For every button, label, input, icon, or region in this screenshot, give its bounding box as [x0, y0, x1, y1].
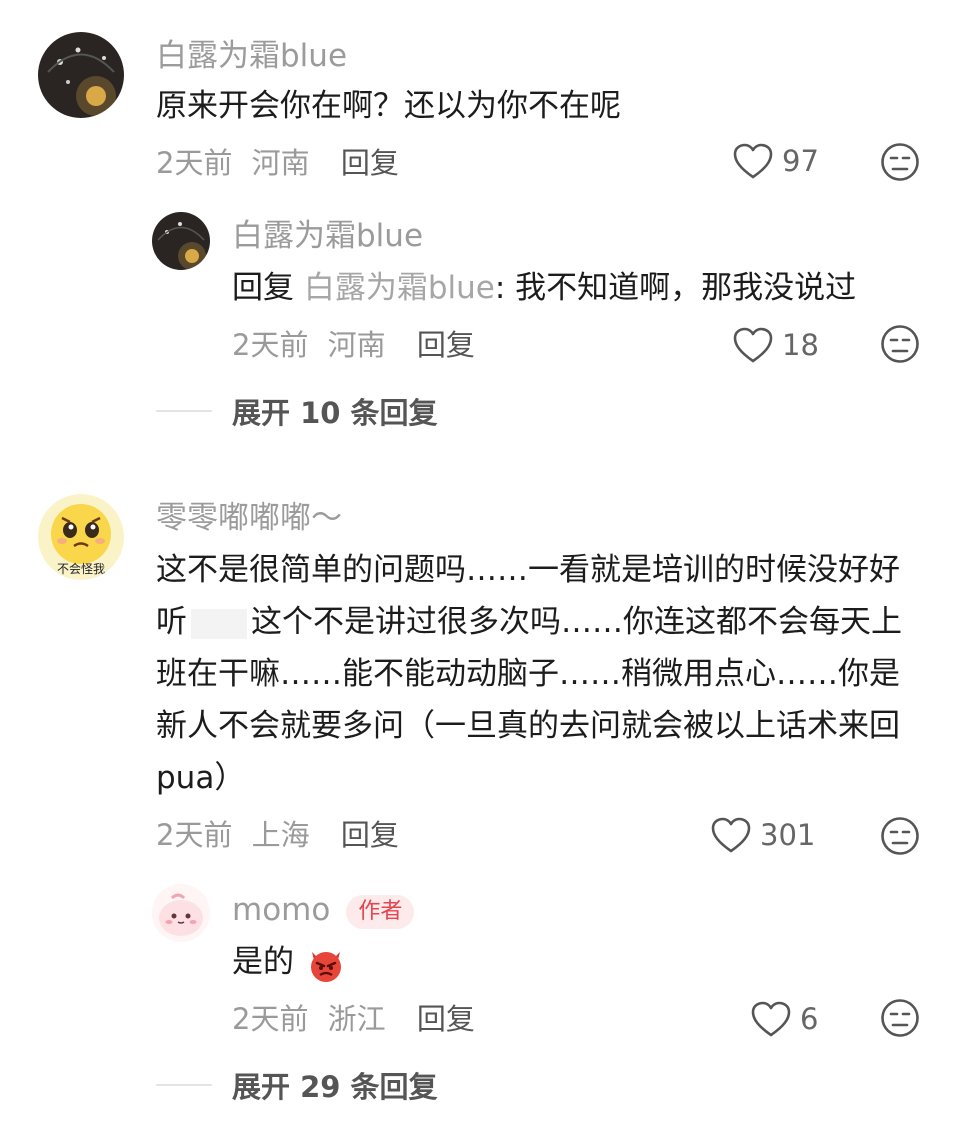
author-badge: 作者 — [346, 894, 415, 929]
divider-line — [156, 1084, 212, 1086]
reply-body: : 我不知道啊，那我没说过 — [494, 270, 857, 306]
neutral-face-icon — [881, 143, 919, 181]
avatar-caption: 不会怪我 — [56, 562, 105, 576]
avatar[interactable] — [38, 32, 124, 118]
comment-meta: 2天前 河南 回复 — [156, 146, 399, 180]
like-count: 97 — [782, 144, 819, 178]
reply-text: 回复 白露为霜blue: 我不知道啊，那我没说过 — [232, 262, 932, 314]
like-button[interactable]: 18 — [732, 326, 819, 364]
reply-location: 河南 — [327, 328, 386, 362]
comment-time: 2天前 — [156, 818, 233, 852]
reply-avatar[interactable] — [152, 884, 210, 942]
divider-line — [156, 410, 212, 412]
comment-time: 2天前 — [156, 146, 233, 180]
expand-replies-button[interactable]: 展开 10 条回复 — [156, 390, 438, 432]
comment-text-part2: 这个不是讲过很多次吗……你连这都不会每天上班在干嘛……能不能动动脑子……稍微用点… — [156, 604, 902, 796]
comment-text: 这不是很简单的问题吗……一看就是培训的时候没好好听 这个不是讲过很多次吗……你连这… — [156, 544, 926, 804]
neutral-face-icon — [881, 817, 919, 855]
comment-location: 上海 — [251, 818, 310, 852]
heart-outline-icon — [711, 817, 751, 853]
reply-meta: 2天前 河南 回复 — [232, 328, 475, 362]
reply-button[interactable]: 回复 — [341, 818, 399, 852]
dislike-button[interactable] — [880, 998, 920, 1042]
reply-username: momo 作者 — [232, 892, 415, 929]
comment-username[interactable]: 零零嘟嘟嘟～ — [156, 500, 342, 536]
like-button[interactable]: 97 — [732, 142, 819, 180]
comment-text: 原来开会你在啊？还以为你不在呢 — [156, 88, 621, 124]
reply-prefix: 回复 — [232, 270, 294, 306]
neutral-face-icon — [881, 999, 919, 1037]
heart-outline-icon — [733, 327, 773, 363]
dislike-button[interactable] — [880, 142, 920, 186]
comment-username[interactable]: 白露为霜blue — [156, 38, 347, 74]
comment-meta: 2天前 上海 回复 — [156, 818, 399, 852]
reply-button[interactable]: 回复 — [341, 146, 399, 180]
reply-time: 2天前 — [232, 1002, 309, 1036]
like-button[interactable]: 301 — [710, 816, 815, 854]
reply-username-text[interactable]: momo — [232, 892, 330, 928]
expand-replies-button[interactable]: 展开 29 条回复 — [156, 1064, 438, 1106]
reply-meta: 2天前 浙江 回复 — [232, 1002, 475, 1036]
like-button[interactable]: 6 — [750, 1000, 818, 1038]
heart-outline-icon — [733, 143, 773, 179]
like-count: 6 — [800, 1002, 819, 1036]
comment-location: 河南 — [251, 146, 310, 180]
neutral-face-icon — [881, 325, 919, 363]
angry-devil-emoji — [310, 951, 341, 982]
heart-outline-icon — [751, 1001, 791, 1037]
expand-label: 展开 29 条回复 — [232, 1070, 438, 1104]
reply-time: 2天前 — [232, 328, 309, 362]
reply-to-username[interactable]: 白露为霜blue — [304, 270, 495, 306]
like-count: 301 — [760, 818, 816, 852]
reply-avatar[interactable] — [152, 212, 210, 270]
blank-placeholder — [191, 608, 247, 639]
dislike-button[interactable] — [880, 816, 920, 860]
reply-username[interactable]: 白露为霜blue — [232, 218, 423, 254]
reply-location: 浙江 — [327, 1002, 386, 1036]
reply-button[interactable]: 回复 — [417, 328, 475, 362]
dislike-button[interactable] — [880, 324, 920, 368]
reply-text: 是的 — [232, 936, 346, 988]
reply-body: 是的 — [232, 944, 294, 980]
like-count: 18 — [782, 328, 819, 362]
expand-label: 展开 10 条回复 — [232, 396, 438, 430]
reply-button[interactable]: 回复 — [417, 1002, 475, 1036]
avatar[interactable]: 不会怪我 — [38, 494, 124, 580]
